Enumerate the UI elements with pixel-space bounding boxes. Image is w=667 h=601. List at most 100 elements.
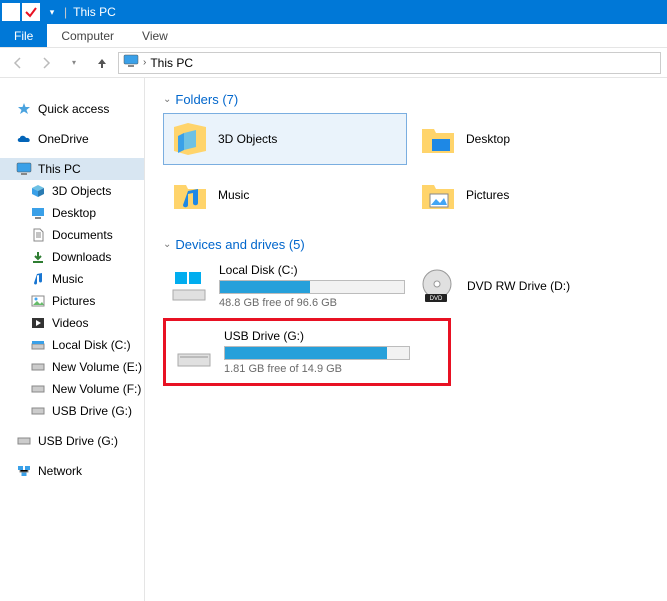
folders-grid: 3D Objects Desktop Music Pictures xyxy=(163,113,663,221)
drive-icon xyxy=(30,337,46,353)
sidebar-label: Quick access xyxy=(38,102,109,116)
sidebar-this-pc[interactable]: This PC xyxy=(0,158,144,180)
music-icon xyxy=(30,271,46,287)
folder-3d-objects[interactable]: 3D Objects xyxy=(163,113,407,165)
folder-music[interactable]: Music xyxy=(163,169,407,221)
drive-icon xyxy=(30,381,46,397)
sidebar-item-usb-drive-g[interactable]: USB Drive (G:) xyxy=(0,400,144,422)
sidebar-item-pictures[interactable]: Pictures xyxy=(0,290,144,312)
titlebar: ▾ | This PC xyxy=(0,0,667,24)
sidebar-item-3d-objects[interactable]: 3D Objects xyxy=(0,180,144,202)
chevron-down-icon: ⌄ xyxy=(163,94,171,105)
sidebar-item-documents[interactable]: Documents xyxy=(0,224,144,246)
folder-label: Music xyxy=(218,188,249,202)
folder-label: Pictures xyxy=(466,188,509,202)
forward-button[interactable] xyxy=(34,51,58,75)
up-button[interactable] xyxy=(90,51,114,75)
sidebar-label: New Volume (E:) xyxy=(52,360,142,374)
cube-icon xyxy=(170,119,210,159)
os-drive-icon xyxy=(169,266,209,306)
cloud-icon xyxy=(16,131,32,147)
address-box[interactable]: › This PC xyxy=(118,52,661,74)
desktop-icon xyxy=(30,205,46,221)
sidebar-label: USB Drive (G:) xyxy=(38,434,118,448)
drive-usage-bar xyxy=(224,346,410,360)
download-icon xyxy=(30,249,46,265)
drive-dvd-rw-d[interactable]: DVD DVD RW Drive (D:) xyxy=(411,258,655,314)
computer-tab[interactable]: Computer xyxy=(47,24,128,47)
back-button[interactable] xyxy=(6,51,30,75)
document-icon xyxy=(30,227,46,243)
navigation-pane: Quick access OneDrive This PC 3D Objects… xyxy=(0,78,145,601)
qat-dropdown-icon[interactable]: ▾ xyxy=(42,2,62,22)
sidebar-label: Downloads xyxy=(52,250,111,264)
sidebar-label: Network xyxy=(38,464,82,478)
section-folders[interactable]: ⌄ Folders (7) xyxy=(163,92,663,107)
dvd-drive-icon: DVD xyxy=(417,266,457,306)
sidebar-item-downloads[interactable]: Downloads xyxy=(0,246,144,268)
sidebar-item-local-disk-c[interactable]: Local Disk (C:) xyxy=(0,334,144,356)
cube-icon xyxy=(30,183,46,199)
highlighted-annotation: USB Drive (G:) 1.81 GB free of 14.9 GB xyxy=(163,318,451,386)
drive-name: Local Disk (C:) xyxy=(219,263,405,277)
sidebar-label: Desktop xyxy=(52,206,96,220)
drive-usage-bar xyxy=(219,280,405,294)
drive-name: USB Drive (G:) xyxy=(224,329,410,343)
sidebar-usb-drive-root[interactable]: USB Drive (G:) xyxy=(0,430,144,452)
videos-icon xyxy=(30,315,46,331)
sidebar-item-new-volume-e[interactable]: New Volume (E:) xyxy=(0,356,144,378)
drive-free-text: 1.81 GB free of 14.9 GB xyxy=(224,363,410,375)
sidebar-label: 3D Objects xyxy=(52,184,111,198)
folder-label: Desktop xyxy=(466,132,510,146)
usb-icon xyxy=(30,403,46,419)
sidebar-item-desktop[interactable]: Desktop xyxy=(0,202,144,224)
drive-free-text: 48.8 GB free of 96.6 GB xyxy=(219,297,405,309)
view-tab[interactable]: View xyxy=(128,24,182,47)
music-folder-icon xyxy=(170,175,210,215)
section-title: Folders (7) xyxy=(175,92,238,107)
usb-icon xyxy=(16,433,32,449)
sidebar-label: Pictures xyxy=(52,294,95,308)
sidebar-network[interactable]: Network xyxy=(0,460,144,482)
sidebar-label: Documents xyxy=(52,228,113,242)
folder-desktop[interactable]: Desktop xyxy=(411,113,655,165)
titlebar-icon-placeholder xyxy=(2,3,20,21)
sidebar-label: New Volume (F:) xyxy=(52,382,141,396)
main-content: ⌄ Folders (7) 3D Objects Desktop Music P… xyxy=(145,78,667,601)
section-drives[interactable]: ⌄ Devices and drives (5) xyxy=(163,237,663,252)
ribbon-tabs: File Computer View xyxy=(0,24,667,48)
recent-dropdown[interactable]: ▾ xyxy=(62,51,86,75)
folder-pictures[interactable]: Pictures xyxy=(411,169,655,221)
network-icon xyxy=(16,463,32,479)
sidebar-item-music[interactable]: Music xyxy=(0,268,144,290)
pc-icon xyxy=(16,161,32,177)
sidebar-item-new-volume-f[interactable]: New Volume (F:) xyxy=(0,378,144,400)
star-icon xyxy=(16,101,32,117)
desktop-folder-icon xyxy=(418,119,458,159)
sidebar-label: USB Drive (G:) xyxy=(52,404,132,418)
usb-drive-icon xyxy=(174,332,214,372)
svg-text:DVD: DVD xyxy=(430,296,443,302)
sidebar-onedrive[interactable]: OneDrive xyxy=(0,128,144,150)
breadcrumb-current[interactable]: This PC xyxy=(150,56,193,70)
sidebar-item-videos[interactable]: Videos xyxy=(0,312,144,334)
window-title: This PC xyxy=(73,5,116,19)
chevron-down-icon: ⌄ xyxy=(163,239,171,250)
pictures-icon xyxy=(30,293,46,309)
sidebar-label: Local Disk (C:) xyxy=(52,338,131,352)
sidebar-quick-access[interactable]: Quick access xyxy=(0,98,144,120)
drive-local-disk-c[interactable]: Local Disk (C:) 48.8 GB free of 96.6 GB xyxy=(163,258,407,314)
sidebar-label: This PC xyxy=(38,162,81,176)
drive-usb-g[interactable]: USB Drive (G:) 1.81 GB free of 14.9 GB xyxy=(168,324,412,380)
breadcrumb-separator: › xyxy=(143,57,146,68)
drive-name: DVD RW Drive (D:) xyxy=(467,279,649,293)
pc-icon xyxy=(123,54,139,71)
section-title: Devices and drives (5) xyxy=(175,237,304,252)
folder-label: 3D Objects xyxy=(218,132,277,146)
file-tab[interactable]: File xyxy=(0,24,47,47)
address-bar: ▾ › This PC xyxy=(0,48,667,78)
titlebar-icon-checkbox xyxy=(22,3,40,21)
drives-grid: Local Disk (C:) 48.8 GB free of 96.6 GB … xyxy=(163,258,663,386)
sidebar-label: Videos xyxy=(52,316,88,330)
sidebar-label: OneDrive xyxy=(38,132,89,146)
